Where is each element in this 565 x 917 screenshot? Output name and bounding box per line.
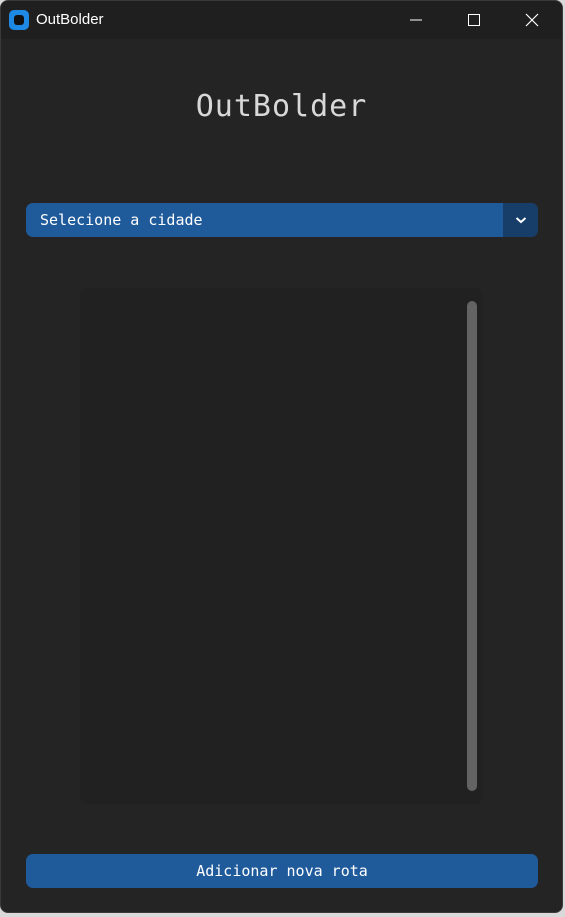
minimize-button[interactable] [387,1,445,39]
title-bar[interactable]: OutBolder [1,1,562,39]
add-route-button[interactable]: Adicionar nova rota [26,854,538,888]
app-icon [9,10,29,30]
close-icon [525,13,539,27]
maximize-button[interactable] [445,1,503,39]
minimize-icon [410,19,422,21]
scrollbar-thumb[interactable] [467,301,477,791]
city-select-arrow-button[interactable] [503,203,538,237]
route-list-scrollbar[interactable] [467,301,477,791]
city-select-dropdown[interactable]: Selecione a cidade [26,203,538,237]
city-select-value: Selecione a cidade [40,211,203,229]
page-title: OutBolder [195,89,368,124]
route-list [80,288,482,804]
chevron-down-icon [515,217,526,224]
close-button[interactable] [503,1,561,39]
maximize-icon [468,14,480,26]
app-window: OutBolder OutBolder Selecione a cidade A… [0,0,563,913]
window-title: OutBolder [36,11,104,28]
